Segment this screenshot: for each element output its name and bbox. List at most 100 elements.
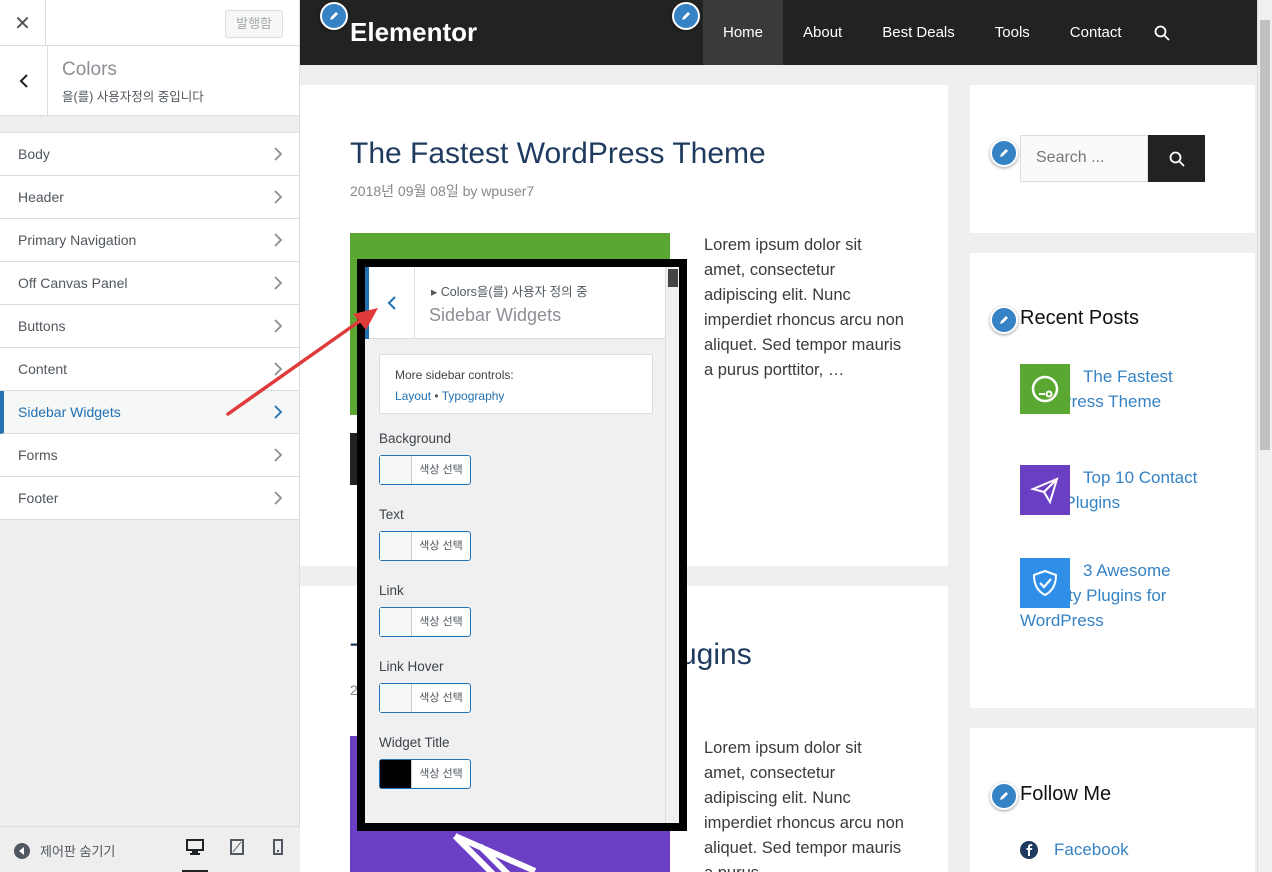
nav-item-about[interactable]: About	[783, 0, 862, 65]
more-controls-links: Layout • Typography	[395, 389, 504, 403]
chevron-right-icon	[274, 362, 283, 376]
post-author[interactable]: wpuser7	[481, 183, 534, 199]
preview-mobile-button[interactable]	[265, 839, 291, 872]
preview-tablet-button[interactable]	[224, 839, 250, 872]
section-item-sidebar-widgets[interactable]: Sidebar Widgets	[0, 391, 299, 434]
primary-navigation: Home About Best Deals Tools Contact	[703, 0, 1182, 65]
chevron-left-icon	[387, 296, 396, 310]
link-separator: •	[434, 389, 439, 403]
search-widget: Search ...	[970, 85, 1255, 233]
color-swatch	[380, 760, 412, 788]
close-customizer-button[interactable]: ✕	[0, 0, 46, 46]
background-color-label: Background	[379, 431, 452, 446]
chevron-right-icon	[274, 405, 283, 419]
follow-title: Follow Me	[1020, 783, 1112, 805]
color-swatch	[380, 684, 412, 712]
select-color-label: 색상 선택	[419, 540, 463, 552]
text-color-picker[interactable]: 색상 선택	[379, 531, 471, 561]
page-scrollbar-thumb[interactable]	[1260, 20, 1270, 450]
paper-plane-icon	[452, 833, 537, 872]
nav-search-button[interactable]	[1142, 0, 1182, 65]
section-item-buttons[interactable]: Buttons	[0, 305, 299, 348]
preview-desktop-button[interactable]	[182, 839, 208, 872]
chevron-right-icon	[274, 190, 283, 204]
recent-posts-title: Recent Posts	[1020, 307, 1139, 329]
section-item-label: Off Canvas Panel	[18, 275, 128, 291]
back-button[interactable]	[365, 267, 415, 339]
background-color-picker[interactable]: 색상 선택	[379, 455, 471, 485]
edit-widget-pencil-icon[interactable]	[990, 139, 1018, 167]
color-swatch	[380, 456, 412, 484]
nav-item-contact[interactable]: Contact	[1050, 0, 1142, 65]
section-item-label: Footer	[18, 490, 59, 506]
typography-link[interactable]: Typography	[442, 389, 505, 403]
section-item-label: Content	[18, 361, 68, 377]
publish-button[interactable]: 발행함	[225, 10, 283, 38]
follow-widget: Follow Me Facebook	[970, 728, 1255, 872]
site-title[interactable]: Elementor	[350, 17, 477, 48]
panel-scrollbar-thumb[interactable]	[668, 269, 678, 287]
customizer-panel: ✕ 발행함 Colors 을(를) 사용자정의 중입니다 Body Header…	[0, 0, 300, 872]
facebook-icon	[1020, 841, 1038, 859]
more-controls-label: More sidebar controls:	[395, 368, 514, 382]
widget-title-color-label: Widget Title	[379, 735, 450, 750]
paper-plane-icon	[1020, 465, 1070, 515]
recent-posts-widget: Recent Posts The Fastest WordPress Theme…	[970, 253, 1255, 708]
section-item-forms[interactable]: Forms	[0, 434, 299, 477]
search-icon	[1169, 151, 1185, 167]
post-title[interactable]: The Fastest WordPress Theme	[350, 137, 766, 171]
section-title: Colors	[62, 59, 117, 80]
section-item-content[interactable]: Content	[0, 348, 299, 391]
recent-post-item[interactable]: 3 Awesome Security Plugins for WordPress	[1020, 558, 1220, 633]
post-by: by	[462, 183, 478, 199]
zoomed-panel-callout: ▸ Colors을(를) 사용자 정의 중 Sidebar Widgets Mo…	[357, 259, 687, 831]
nav-item-tools[interactable]: Tools	[975, 0, 1050, 65]
search-input[interactable]: Search ...	[1020, 135, 1148, 182]
shield-check-icon	[1020, 558, 1070, 608]
chevron-left-icon	[19, 74, 28, 88]
edit-nav-pencil-icon[interactable]	[672, 2, 700, 30]
breadcrumb: ▸ Colors을(를) 사용자 정의 중	[431, 285, 588, 299]
select-color-label: 색상 선택	[419, 768, 463, 780]
color-swatch	[380, 608, 412, 636]
chevron-right-icon	[274, 448, 283, 462]
back-button[interactable]	[0, 46, 48, 116]
recent-post-item[interactable]: The Fastest WordPress Theme	[1020, 364, 1220, 414]
section-item-off-canvas-panel[interactable]: Off Canvas Panel	[0, 262, 299, 305]
widget-title-color-picker[interactable]: 색상 선택	[379, 759, 471, 789]
nav-item-best-deals[interactable]: Best Deals	[862, 0, 975, 65]
link-hover-color-picker[interactable]: 색상 선택	[379, 683, 471, 713]
customizer-footer: 제어판 숨기기	[0, 826, 300, 872]
select-color-label: 색상 선택	[419, 616, 463, 628]
section-item-primary-navigation[interactable]: Primary Navigation	[0, 219, 299, 262]
panel-scrollbar[interactable]	[665, 267, 679, 823]
social-link-facebook[interactable]: Facebook	[1020, 840, 1129, 860]
chevron-right-icon	[274, 319, 283, 333]
more-controls-box: More sidebar controls: Layout • Typograp…	[379, 354, 653, 414]
panel-title: Sidebar Widgets	[429, 305, 562, 325]
page-scrollbar[interactable]	[1257, 0, 1272, 872]
edit-title-pencil-icon[interactable]	[320, 2, 348, 30]
edit-widget-pencil-icon[interactable]	[990, 782, 1018, 810]
nav-item-home[interactable]: Home	[703, 0, 784, 65]
search-icon	[1154, 25, 1170, 41]
post-title-tail[interactable]: ugins	[680, 638, 752, 672]
post-date[interactable]: 2018년 09월 08일	[350, 183, 459, 199]
section-item-body[interactable]: Body	[0, 133, 299, 176]
recent-post-item[interactable]: Top 10 Contact Form Plugins	[1020, 465, 1220, 515]
edit-widget-pencil-icon[interactable]	[990, 306, 1018, 334]
layout-link[interactable]: Layout	[395, 389, 431, 403]
search-submit-button[interactable]	[1148, 135, 1205, 182]
link-color-label: Link	[379, 583, 404, 598]
section-item-header[interactable]: Header	[0, 176, 299, 219]
text-color-label: Text	[379, 507, 404, 522]
post-excerpt: Lorem ipsum dolor sit amet, consectetur …	[704, 236, 904, 379]
link-color-picker[interactable]: 색상 선택	[379, 607, 471, 637]
section-item-label: Forms	[18, 447, 58, 463]
mobile-icon	[273, 839, 283, 855]
post-meta: 2018년 09월 08일 by wpuser7	[350, 181, 534, 201]
speedometer-icon	[1020, 364, 1070, 414]
customizer-header: ✕ 발행함	[0, 0, 299, 46]
section-item-footer[interactable]: Footer	[0, 477, 299, 520]
hide-controls-button[interactable]: 제어판 숨기기	[14, 841, 115, 860]
